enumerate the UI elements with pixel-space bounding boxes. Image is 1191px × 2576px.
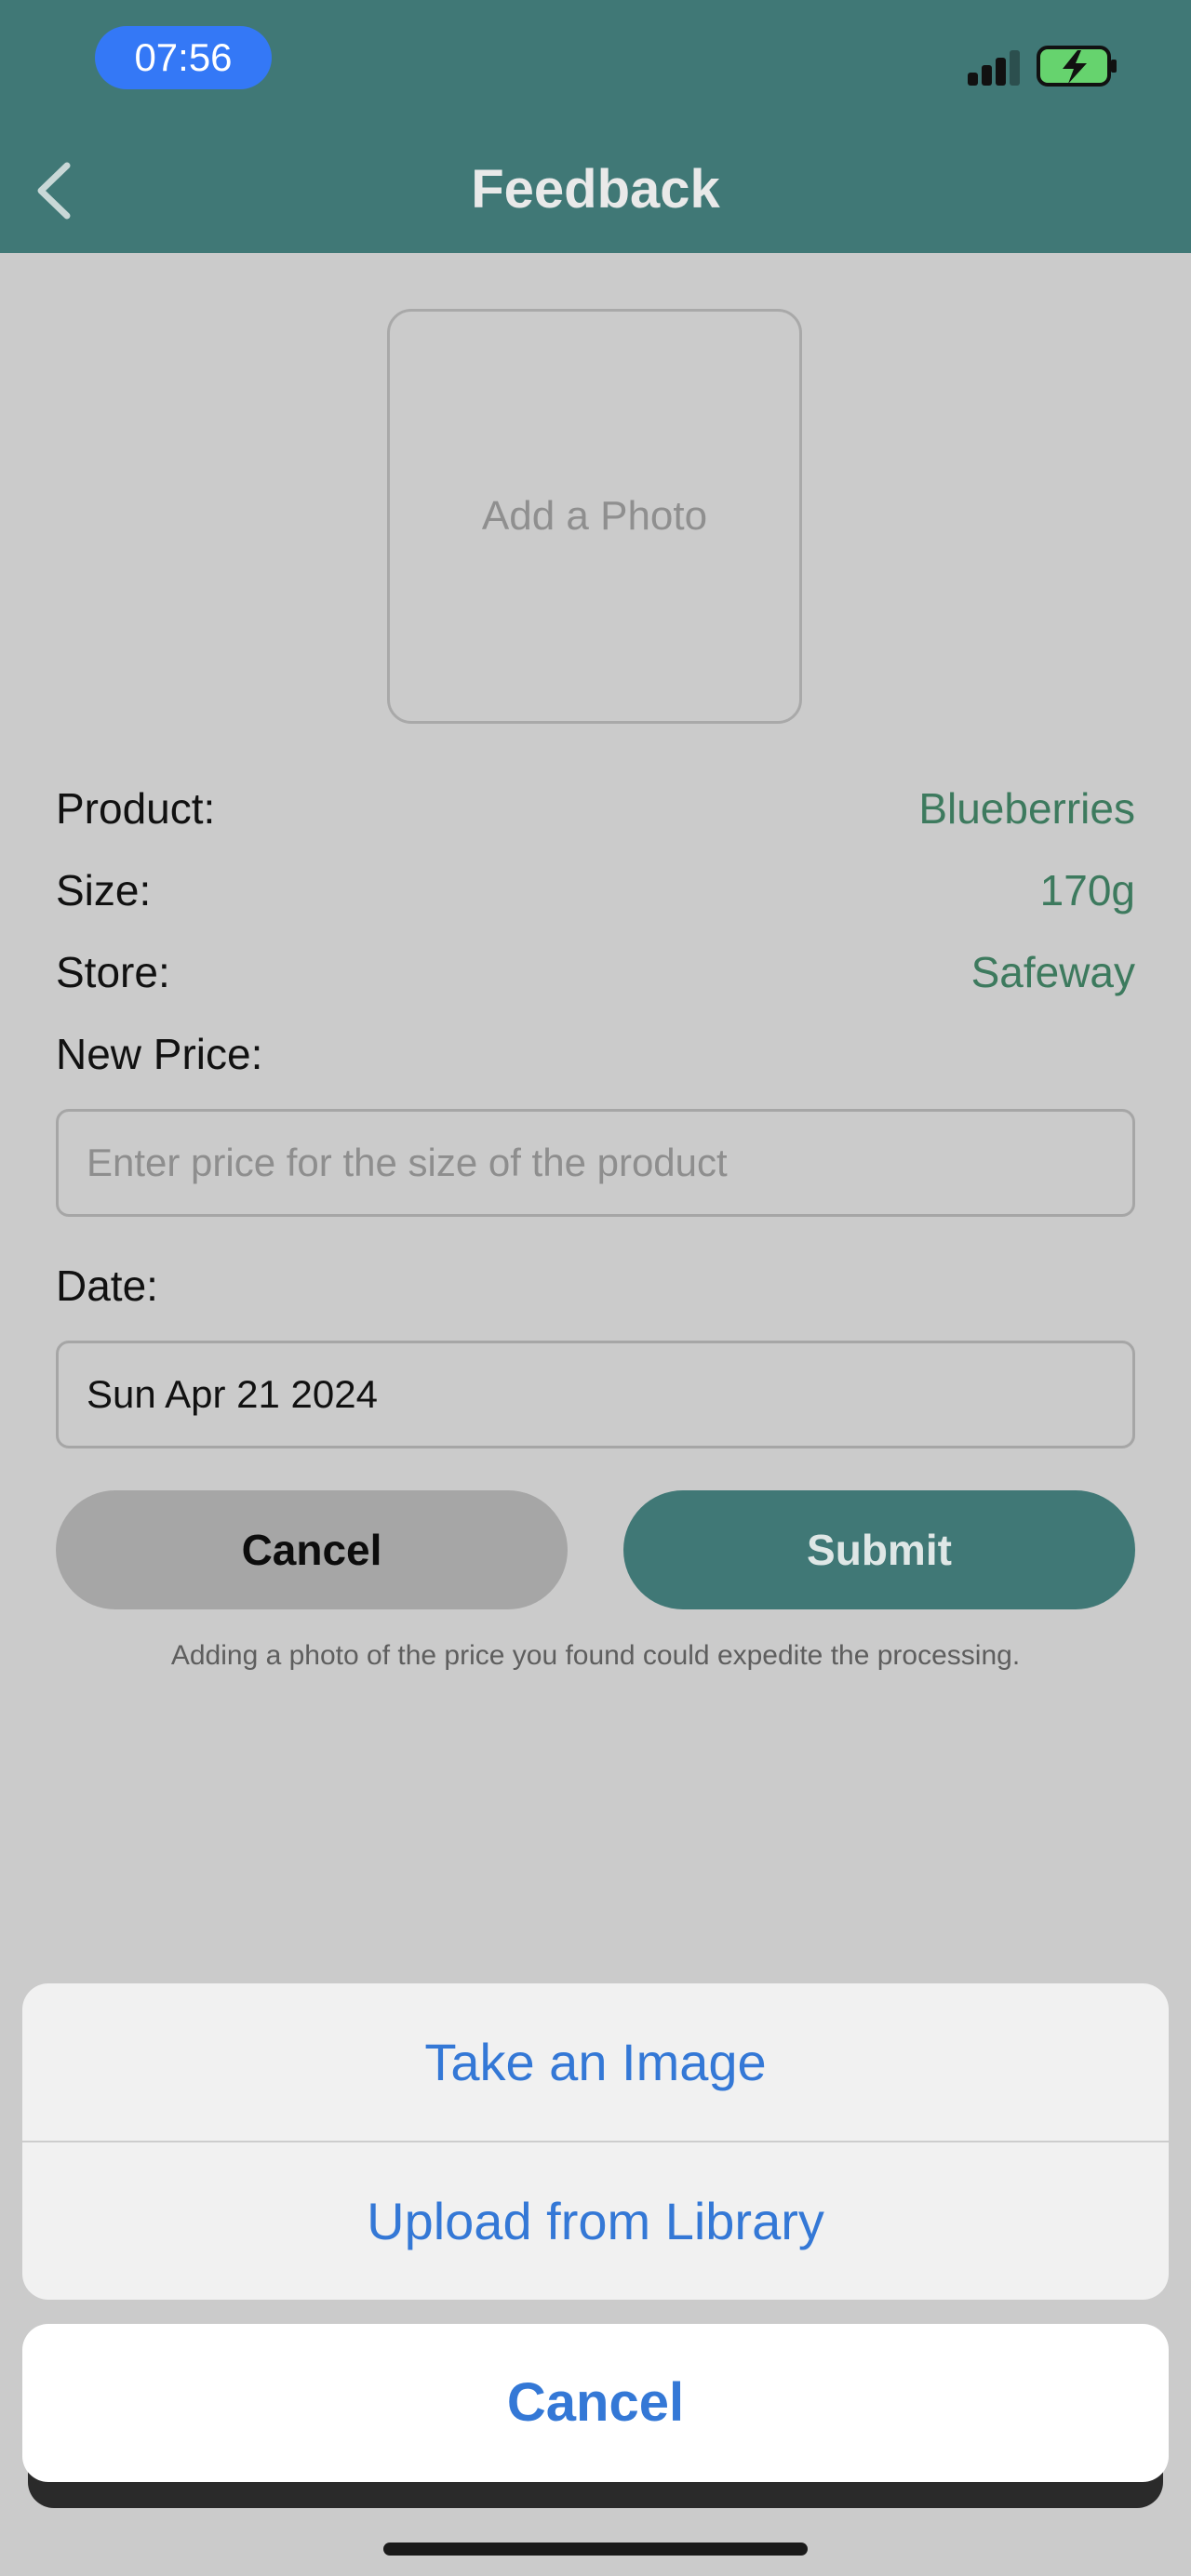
status-time: 07:56 (95, 26, 272, 89)
action-sheet: Take an Image Upload from Library (22, 1983, 1169, 2300)
take-image-option[interactable]: Take an Image (22, 1983, 1169, 2142)
cancel-button[interactable]: Cancel (56, 1490, 568, 1609)
store-value: Safeway (970, 948, 1135, 996)
page-title: Feedback (471, 159, 720, 220)
photo-hint-text: Adding a photo of the price you found co… (170, 1640, 1021, 1671)
size-label: Size: (56, 866, 152, 914)
size-row: Size: 170g (56, 858, 1135, 923)
size-value: 170g (1039, 866, 1135, 914)
store-row: Store: Safeway (56, 940, 1135, 1005)
product-label: Product: (56, 784, 216, 833)
home-indicator (383, 2543, 808, 2556)
new-price-label: New Price: (56, 1030, 263, 1078)
signal-icon (968, 47, 1024, 86)
date-label: Date: (56, 1261, 158, 1310)
add-photo-label: Add a Photo (481, 493, 708, 539)
nav-header: 07:56 Feedback (0, 0, 1191, 253)
upload-library-option[interactable]: Upload from Library (22, 2142, 1169, 2300)
price-input[interactable]: Enter price for the size of the product (56, 1109, 1135, 1217)
submit-button[interactable]: Submit (623, 1490, 1135, 1609)
product-value: Blueberries (918, 784, 1135, 833)
store-label: Store: (56, 948, 170, 996)
action-sheet-cancel-button[interactable]: Cancel (22, 2324, 1169, 2482)
battery-charging-icon (1037, 46, 1117, 87)
date-field[interactable]: Sun Apr 21 2024 (56, 1341, 1135, 1448)
add-photo-button[interactable]: Add a Photo (387, 309, 802, 724)
product-row: Product: Blueberries (56, 776, 1135, 841)
